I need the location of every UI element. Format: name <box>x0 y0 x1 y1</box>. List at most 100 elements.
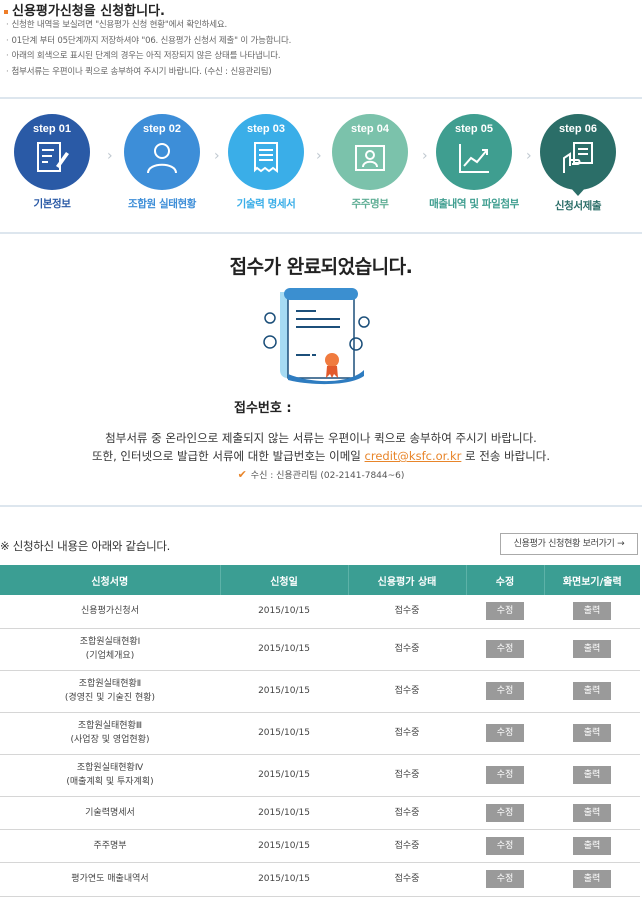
print-button[interactable]: 출력 <box>573 836 611 855</box>
step-circle: step 02 <box>124 114 200 190</box>
doc-name-cell: 조합원실태현황Ⅱ (경영진 및 기술진 현황) <box>0 670 220 713</box>
step-01[interactable]: step 01 기본정보 <box>0 114 104 211</box>
receipt-icon <box>254 142 278 173</box>
edit-cell: 수정 <box>466 595 544 629</box>
desc-text: 로 전송 바랍니다. <box>461 449 551 463</box>
table-row: 조합원실태현황Ⅳ (매출계획 및 투자계획) 2015/10/15 접수중 수정 출력 <box>0 754 640 797</box>
table-row: 조합원실태현황Ⅰ (기업체개요) 2015/10/15 접수중 수정 출력 <box>0 628 640 671</box>
header-cell: 신용평가 상태 <box>348 565 467 595</box>
step-04[interactable]: step 04 주주명부 <box>318 114 422 211</box>
receipt-number-label: 접수번호 : <box>234 401 292 416</box>
header-cell: 화면보기/출력 <box>562 576 622 588</box>
chart-icon <box>459 144 489 173</box>
print-button[interactable]: 출력 <box>573 682 611 700</box>
document-illustration <box>252 286 382 386</box>
doc-name: 조합원실태현황Ⅰ <box>79 637 141 647</box>
print-button[interactable]: 출력 <box>573 724 611 742</box>
step-label: step 05 <box>455 123 493 135</box>
doc-name-cell: 주주명부 <box>0 829 220 863</box>
doc-name-cell: 기술력명세서 <box>0 796 220 830</box>
edit-button[interactable]: 수정 <box>486 682 524 700</box>
header-cell: 수정 <box>466 565 545 595</box>
status-cell: 접수중 <box>348 796 466 830</box>
step-05[interactable]: step 05 매출내역 및 파일첨부 <box>422 114 526 211</box>
step-label: step 06 <box>559 123 597 135</box>
print-button[interactable]: 출력 <box>573 640 611 658</box>
view-status-button[interactable]: 신용평가 신청현황 보러가기 → <box>500 533 638 555</box>
print-cell: 출력 <box>544 796 640 830</box>
step-label: step 02 <box>143 123 181 135</box>
step-03[interactable]: step 03 기술력 명세서 <box>214 114 318 211</box>
divider <box>0 505 642 507</box>
desc-text: 또한, 인터넷으로 발급한 서류에 대한 발급번호는 이메일 <box>91 449 365 463</box>
date-cell: 2015/10/15 <box>220 754 348 797</box>
edit-button[interactable]: 수정 <box>486 766 524 784</box>
step-label: step 03 <box>247 123 285 135</box>
edit-button[interactable]: 수정 <box>486 870 524 888</box>
document-certificate-icon <box>263 288 370 385</box>
edit-button[interactable]: 수정 <box>486 640 524 658</box>
table-header-row: 신청서명 신청일 신용평가 상태 수정 화면보기/출력 <box>0 565 640 595</box>
complete-title: 접수가 완료되었습니다. <box>229 256 413 278</box>
step-name: 조합원 실태현황 <box>127 198 197 210</box>
status-cell: 접수중 <box>348 628 466 671</box>
edit-cell: 수정 <box>466 829 544 863</box>
doc-name-cell: 신용평가신청서 <box>0 595 220 629</box>
edit-button[interactable]: 수정 <box>486 724 524 742</box>
step-circle: step 06 <box>540 114 616 190</box>
table-body: 신용평가신청서 2015/10/15 접수중 수정 출력 조합원실태현황Ⅰ (기업체개요) 2… <box>0 595 640 897</box>
status-cell: 접수중 <box>348 595 466 629</box>
doc-name: 평가연도 매출내역서 <box>71 874 149 884</box>
doc-name-cell: 조합원실태현황Ⅰ (기업체개요) <box>0 628 220 671</box>
print-button[interactable]: 출력 <box>573 803 611 822</box>
doc-name-cell: 조합원실태현황Ⅳ (매출계획 및 투자계획) <box>0 754 220 797</box>
date-cell: 2015/10/15 <box>220 796 348 830</box>
print-button[interactable]: 출력 <box>573 602 611 621</box>
step-circle: step 04 <box>332 114 408 190</box>
document-pen-icon <box>37 142 69 172</box>
step-circle: step 05 <box>436 114 512 190</box>
contact-info: ✔ 수신 : 신용관리팀 (02-2141-7844~6) <box>0 468 642 481</box>
divider <box>0 232 642 234</box>
step-06[interactable]: step 06 신청서제출 <box>526 114 630 213</box>
submission-description: 첨부서류 중 온라인으로 제출되지 않는 서류는 우편이나 퀵으로 송부하여 주… <box>0 429 642 465</box>
contact-text: 수신 : 신용관리팀 (02-2141-7844~6) <box>250 471 405 481</box>
edit-cell: 수정 <box>466 712 544 755</box>
print-button[interactable]: 출력 <box>573 870 611 888</box>
application-table: 신청서명 신청일 신용평가 상태 수정 화면보기/출력 신용평가신청서 2015/… <box>0 565 640 897</box>
step-label: step 01 <box>33 123 71 135</box>
step-circle: step 03 <box>228 114 304 190</box>
checkmark-icon: ✔ <box>237 468 247 481</box>
step-02[interactable]: step 02 조합원 실태현황 <box>110 114 214 211</box>
edit-button[interactable]: 수정 <box>486 602 524 621</box>
doc-name: 기술력명세서 <box>85 807 135 818</box>
notice-line: 신청한 내역을 보실려면 "신용평가 신청 현황"에서 확인하세요. <box>6 18 291 34</box>
print-cell: 출력 <box>544 862 640 897</box>
edit-button[interactable]: 수정 <box>486 803 524 822</box>
print-cell: 출력 <box>544 829 640 863</box>
id-card-icon <box>355 145 385 171</box>
doc-subname: (경영진 및 기술진 현황) <box>64 693 156 703</box>
step-circle: step 01 <box>14 114 90 190</box>
desc-line-1: 첨부서류 중 온라인으로 제출되지 않는 서류는 우편이나 퀵으로 송부하여 주… <box>105 431 537 445</box>
hand-document-icon <box>563 142 593 173</box>
doc-name: 조합원실태현황Ⅲ <box>77 721 143 731</box>
doc-name-cell: 평가연도 매출내역서 <box>0 862 220 897</box>
date-cell: 2015/10/15 <box>220 595 348 629</box>
print-cell: 출력 <box>544 595 640 629</box>
users-icon <box>147 143 177 174</box>
date-cell: 2015/10/15 <box>220 862 348 897</box>
print-button[interactable]: 출력 <box>573 766 611 784</box>
doc-subname: (기업체개요) <box>85 651 135 661</box>
edit-cell: 수정 <box>466 628 544 671</box>
header-cell: 신청서명 <box>0 565 221 595</box>
table-row: 주주명부 2015/10/15 접수중 수정 출력 <box>0 829 640 863</box>
email-link[interactable]: credit@ksfc.or.kr <box>365 449 462 463</box>
doc-name-cell: 조합원실태현황Ⅲ (사업장 및 영업현황) <box>0 712 220 755</box>
date-cell: 2015/10/15 <box>220 712 348 755</box>
doc-name: 신용평가신청서 <box>81 606 139 617</box>
status-cell: 접수중 <box>348 829 466 863</box>
edit-button[interactable]: 수정 <box>486 836 524 855</box>
notice-line: 아래의 회색으로 표시된 단계의 경우는 아직 저장되지 않은 상태를 나타냅니… <box>6 49 291 65</box>
status-cell: 접수중 <box>348 670 466 713</box>
